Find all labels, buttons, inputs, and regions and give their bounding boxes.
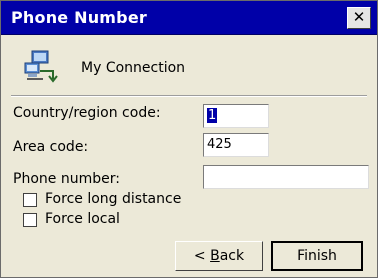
area-code-field[interactable]: 425	[203, 133, 269, 157]
phone-number-label: Phone number:	[13, 171, 120, 187]
close-button[interactable]: ✕	[347, 7, 371, 29]
country-code-field[interactable]: 1	[203, 104, 269, 128]
force-long-distance-label[interactable]: Force long distance	[45, 191, 181, 207]
back-button[interactable]: < Back	[175, 241, 263, 271]
force-local-label[interactable]: Force local	[45, 211, 120, 227]
back-rest: ack	[219, 248, 245, 264]
network-connection-icon	[24, 50, 58, 83]
country-code-value: 1	[207, 108, 218, 123]
phone-number-field[interactable]	[203, 165, 369, 189]
phone-number-dialog: Phone Number ✕ My Connection Country/reg…	[0, 0, 378, 278]
title-bar[interactable]: Phone Number ✕	[1, 1, 377, 35]
force-local-checkbox[interactable]	[23, 213, 37, 227]
finish-button[interactable]: Finish	[271, 241, 363, 271]
force-long-distance-checkbox[interactable]	[23, 193, 37, 207]
separator	[11, 95, 367, 97]
close-icon: ✕	[352, 8, 366, 26]
area-code-label: Area code:	[13, 139, 89, 155]
back-prefix: <	[193, 248, 211, 264]
finish-label: Finish	[297, 248, 337, 264]
dialog-title: Phone Number	[11, 8, 147, 27]
country-code-label: Country/region code:	[13, 105, 161, 121]
connection-name: My Connection	[81, 60, 186, 76]
back-accelerator: B	[210, 248, 220, 264]
